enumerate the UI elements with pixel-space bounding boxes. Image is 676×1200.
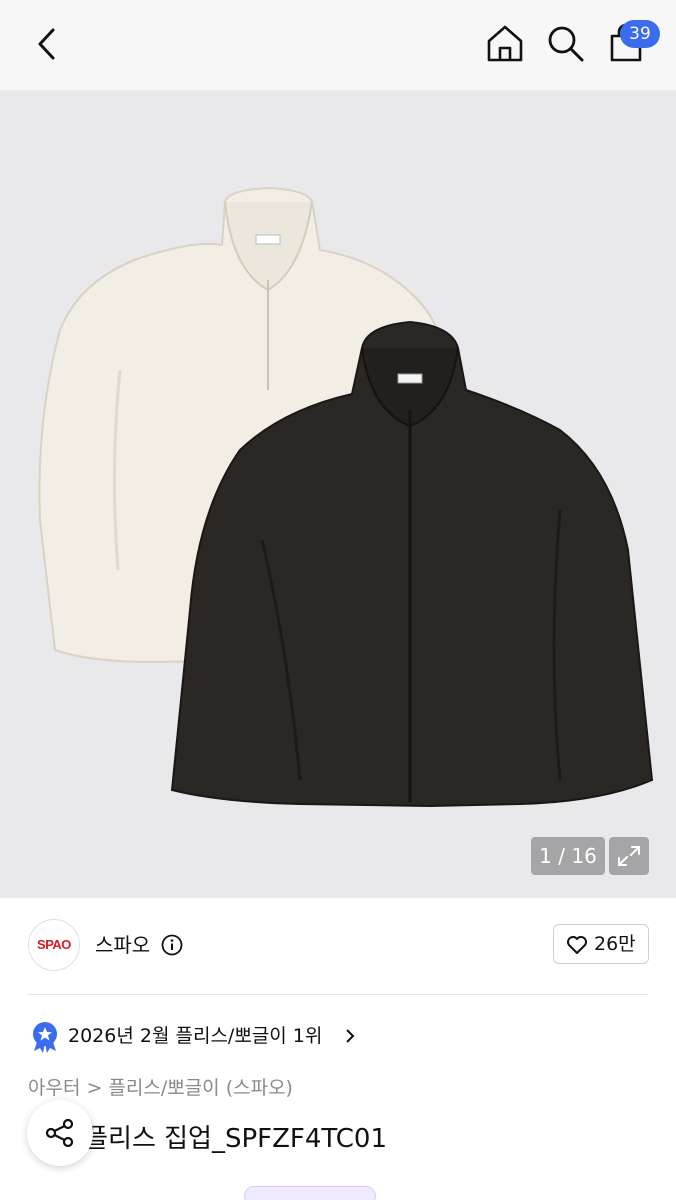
heart-icon bbox=[567, 936, 587, 954]
brand-row: SPAO 스파오 26만 bbox=[0, 898, 676, 994]
expand-icon[interactable] bbox=[609, 837, 649, 875]
breadcrumb-item-fleece[interactable]: 플리스/뽀글이 (스파오) bbox=[108, 1074, 293, 1102]
top-navigation-bar: 39 bbox=[0, 0, 676, 90]
share-icon bbox=[45, 1118, 74, 1148]
cart-count-badge: 39 bbox=[620, 20, 660, 48]
coupon-chip-peek bbox=[244, 1186, 376, 1200]
like-button[interactable]: 26만 bbox=[553, 924, 649, 964]
divider bbox=[28, 994, 648, 995]
brand-name[interactable]: 스파오 bbox=[95, 931, 150, 959]
share-button[interactable] bbox=[27, 1100, 93, 1166]
chevron-right-icon bbox=[346, 1029, 355, 1043]
product-photo bbox=[38, 186, 654, 808]
ranking-text: 2026년 2월 플리스/뽀글이 1위 bbox=[68, 1025, 323, 1047]
product-image-gallery[interactable] bbox=[0, 90, 676, 898]
breadcrumb-separator: > bbox=[86, 1077, 103, 1099]
image-counter: 1 / 16 bbox=[531, 837, 605, 875]
breadcrumb-item-outer[interactable]: 아우터 bbox=[28, 1074, 80, 1102]
home-icon[interactable] bbox=[484, 22, 526, 64]
chevron-left-icon[interactable] bbox=[28, 24, 68, 64]
breadcrumb: 아우터 > 플리스/뽀글이 (스파오) bbox=[28, 1074, 293, 1104]
info-icon[interactable] bbox=[161, 934, 183, 956]
like-count: 26만 bbox=[594, 933, 636, 955]
search-icon[interactable] bbox=[544, 22, 586, 64]
ranking-badge-icon bbox=[33, 1022, 57, 1053]
brand-logo[interactable]: SPAO bbox=[28, 919, 80, 971]
product-title-text: 퍼플리스 집업_SPFZF4TC01 bbox=[60, 1124, 388, 1154]
